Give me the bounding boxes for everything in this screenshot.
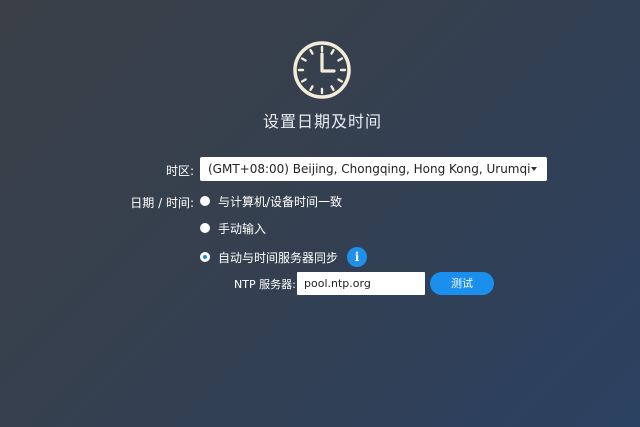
page-title: 设置日期及时间	[262, 112, 382, 131]
radio-button[interactable]	[200, 223, 210, 233]
ntp-server-input[interactable]	[297, 272, 425, 295]
radio-button-selected[interactable]	[200, 252, 210, 262]
timezone-selected-value: (GMT+08:00) Beijing, Chongqing, Hong Kon…	[208, 162, 531, 176]
ntp-server-label: NTP 服务器:	[234, 278, 296, 291]
clock-icon	[293, 41, 351, 99]
timezone-select[interactable]: (GMT+08:00) Beijing, Chongqing, Hong Kon…	[200, 157, 547, 181]
chevron-down-icon	[531, 167, 537, 171]
radio-label: 自动与时间服务器同步	[218, 250, 339, 265]
datetime-label: 日期 / 时间:	[130, 196, 194, 210]
info-icon[interactable]: i	[347, 247, 368, 267]
radio-label: 与计算机/设备时间一致	[218, 194, 343, 209]
radio-button[interactable]	[200, 196, 210, 206]
radio-option-manual[interactable]: 手动输入	[200, 220, 266, 236]
radio-label: 手动输入	[218, 221, 267, 236]
test-button[interactable]: 测试	[430, 272, 494, 295]
radio-option-sync-device[interactable]: 与计算机/设备时间一致	[200, 193, 342, 209]
radio-option-ntp-sync[interactable]: 自动与时间服务器同步 i	[200, 247, 368, 267]
timezone-label: 时区:	[165, 164, 194, 178]
